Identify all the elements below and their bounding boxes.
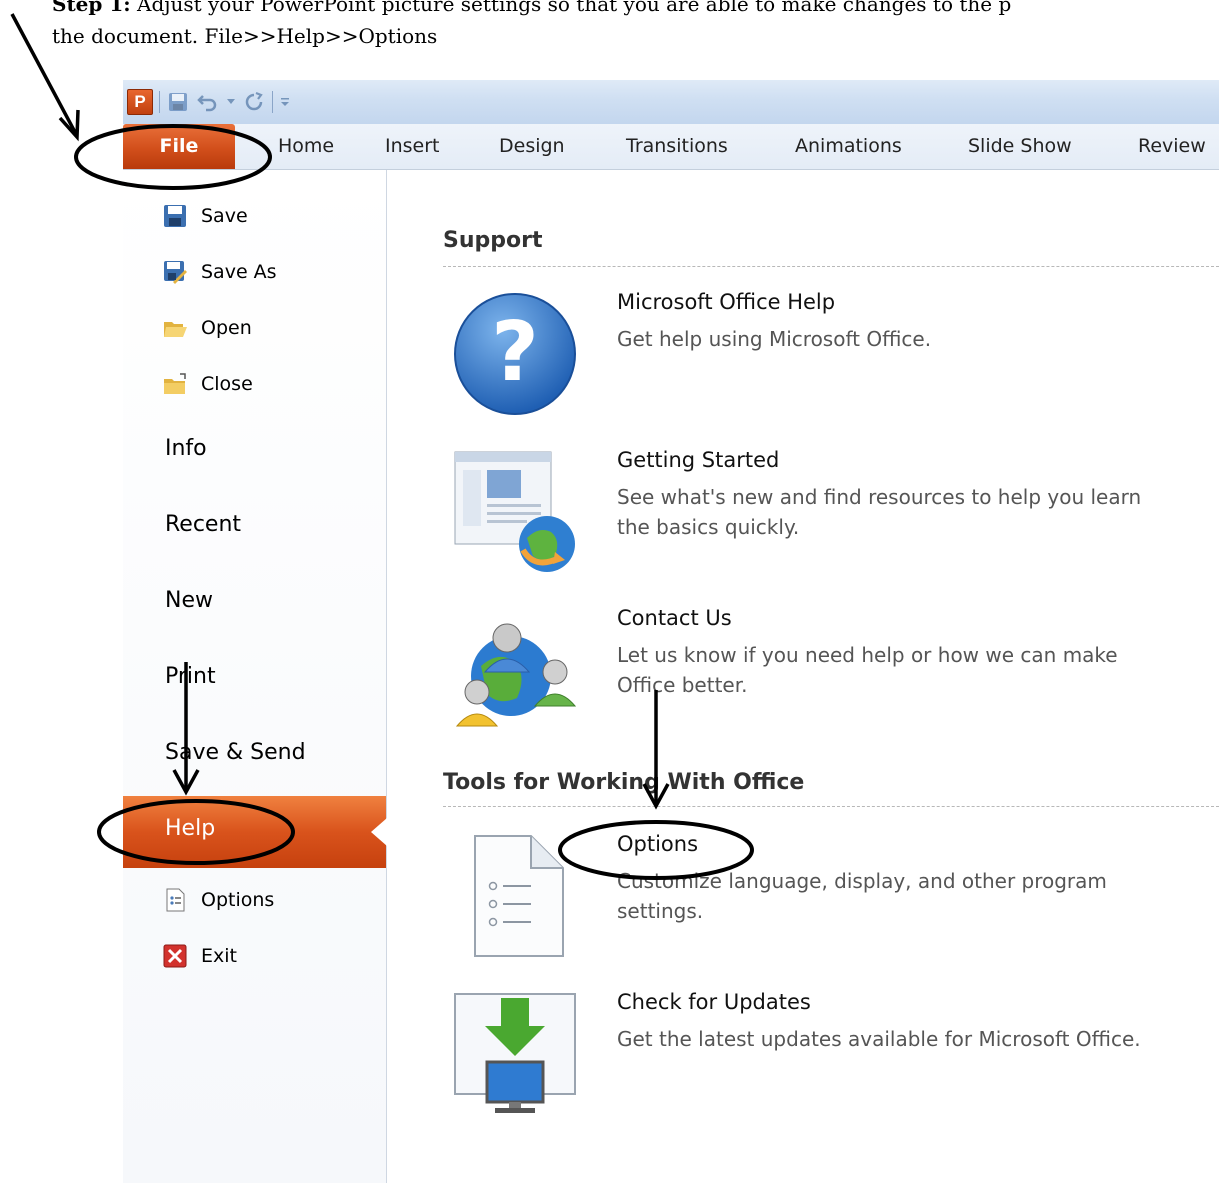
getting-started-title[interactable]: Getting Started <box>617 448 779 472</box>
nav-save-label: Save <box>201 205 248 227</box>
open-folder-icon <box>163 316 187 340</box>
check-updates-icon[interactable] <box>451 990 579 1118</box>
nav-help-label: Help <box>165 816 216 841</box>
save-icon <box>163 204 187 228</box>
step-label: Step 1: <box>52 0 131 16</box>
check-updates-title[interactable]: Check for Updates <box>617 990 811 1014</box>
nav-open-button[interactable]: Open <box>163 312 252 344</box>
tab-slide-show[interactable]: Slide Show <box>968 124 1072 169</box>
tools-heading: Tools for Working With Office <box>443 770 805 795</box>
quick-access-toolbar: P <box>127 88 291 116</box>
contact-us-desc: Let us know if you need help or how we c… <box>617 643 1118 697</box>
instruction-line-1: Adjust your PowerPoint picture settings … <box>130 0 1012 16</box>
title-bar: P <box>123 80 1219 124</box>
nav-options-label: Options <box>201 889 275 911</box>
nav-tab-help[interactable]: Help <box>123 796 387 868</box>
nav-close-label: Close <box>201 373 253 395</box>
qat-undo-icon[interactable] <box>196 90 220 114</box>
help-content: Support ? Microsoft Office Help Get help… <box>387 170 1219 1183</box>
qat-save-icon[interactable] <box>166 90 190 114</box>
nav-close-button[interactable]: Close <box>163 368 253 400</box>
backstage-nav: Save Save As Open Close Info Recent New … <box>123 170 387 1183</box>
close-folder-icon <box>163 372 187 396</box>
tab-transitions[interactable]: Transitions <box>626 124 728 169</box>
nav-exit-label: Exit <box>201 945 237 967</box>
qat-customize-icon[interactable] <box>279 90 291 114</box>
help-question-icon[interactable]: ? <box>451 290 579 418</box>
selected-notch <box>371 818 387 846</box>
powerpoint-window: P File Home Insert Design Transitions An… <box>123 80 1219 1183</box>
tab-animations[interactable]: Animations <box>795 124 902 169</box>
nav-exit-button[interactable]: Exit <box>163 940 237 972</box>
contact-us-icon[interactable] <box>451 606 579 734</box>
qat-separator <box>159 91 160 113</box>
nav-tab-new[interactable]: New <box>165 588 213 613</box>
office-help-desc: Get help using Microsoft Office. <box>617 327 932 351</box>
instruction-text: Step 1: Adjust your PowerPoint picture s… <box>52 0 1212 52</box>
tools-divider <box>443 806 1219 807</box>
getting-started-desc: See what's new and find resources to hel… <box>617 485 1142 539</box>
tab-file[interactable]: File <box>123 124 235 169</box>
office-help-title[interactable]: Microsoft Office Help <box>617 290 835 314</box>
nav-save-button[interactable]: Save <box>163 200 248 232</box>
nav-tab-recent[interactable]: Recent <box>165 512 241 537</box>
instruction-line-2: the document. File>>Help>>Options <box>52 24 438 48</box>
getting-started-icon[interactable] <box>451 448 579 576</box>
nav-save-as-button[interactable]: Save As <box>163 256 277 288</box>
powerpoint-logo[interactable]: P <box>127 89 153 115</box>
options-document-icon[interactable] <box>451 832 579 960</box>
save-as-icon <box>163 260 187 284</box>
options-icon <box>163 888 187 912</box>
nav-tab-info[interactable]: Info <box>165 436 207 461</box>
support-divider <box>443 266 1219 267</box>
qat-separator <box>272 91 273 113</box>
nav-tab-print[interactable]: Print <box>165 664 216 689</box>
nav-tab-save-send[interactable]: Save & Send <box>165 740 306 765</box>
qat-redo-icon[interactable] <box>242 90 266 114</box>
nav-options-button[interactable]: Options <box>163 884 274 916</box>
contact-us-title[interactable]: Contact Us <box>617 606 732 630</box>
tab-review[interactable]: Review <box>1138 124 1206 169</box>
options-title[interactable]: Options <box>617 832 698 856</box>
svg-text:?: ? <box>491 305 539 400</box>
support-heading: Support <box>443 228 543 253</box>
tab-design[interactable]: Design <box>499 124 565 169</box>
tab-home[interactable]: Home <box>278 124 334 169</box>
options-desc: Customize language, display, and other p… <box>617 869 1107 923</box>
nav-save-as-label: Save As <box>201 261 277 283</box>
ribbon-tabs: File Home Insert Design Transitions Anim… <box>123 124 1219 170</box>
check-updates-desc: Get the latest updates available for Mic… <box>617 1027 1141 1051</box>
nav-open-label: Open <box>201 317 252 339</box>
exit-icon <box>163 944 187 968</box>
qat-dropdown-icon[interactable] <box>226 90 236 114</box>
tab-insert[interactable]: Insert <box>385 124 440 169</box>
